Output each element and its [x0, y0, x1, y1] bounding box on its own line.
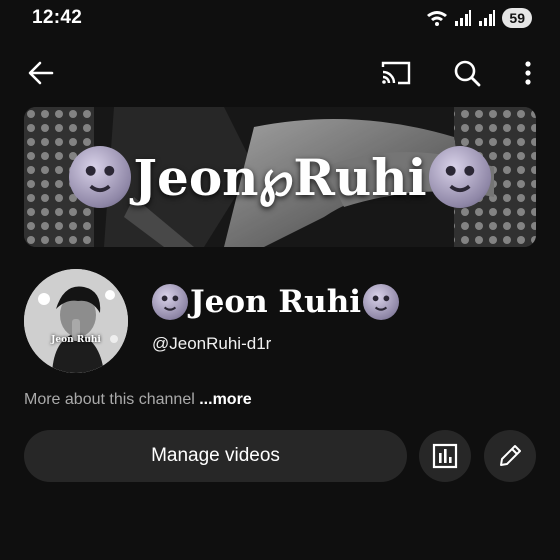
moon-face-icon	[152, 284, 188, 320]
cast-icon	[381, 61, 411, 85]
manage-videos-button[interactable]: Manage videos	[24, 430, 407, 482]
banner-title: Jeon℘Ruhi	[133, 147, 427, 207]
more-options-button[interactable]	[514, 56, 542, 90]
status-icons: 59	[426, 8, 532, 28]
back-button[interactable]	[24, 56, 58, 90]
edit-channel-button[interactable]	[484, 430, 536, 482]
signal-icon	[455, 10, 472, 26]
search-icon	[454, 60, 481, 87]
edit-pencil-icon	[500, 445, 521, 466]
search-button[interactable]	[450, 56, 484, 90]
wifi-icon	[427, 11, 448, 26]
status-bar: 12:42 59	[0, 0, 560, 38]
cast-button[interactable]	[378, 56, 414, 90]
channel-avatar[interactable]: Jeon Ruhi	[24, 269, 128, 373]
avatar-label: Jeon Ruhi	[51, 335, 101, 345]
about-text: More about this channel	[24, 391, 195, 408]
channel-handle: @JeonRuhi-d1r	[152, 334, 272, 353]
more-vert-icon	[525, 61, 531, 85]
back-arrow-icon	[28, 61, 54, 85]
moon-face-icon	[428, 146, 491, 208]
channel-name: Jeon Ruhi	[190, 284, 362, 320]
moon-face-icon	[69, 146, 132, 208]
battery-indicator: 59	[502, 8, 532, 28]
channel-banner: Jeon℘Ruhi	[24, 107, 536, 247]
signal-icon	[479, 10, 496, 26]
more-link[interactable]: ...more	[199, 391, 251, 408]
analytics-button[interactable]	[419, 430, 471, 482]
analytics-icon	[432, 443, 458, 469]
manage-videos-label: Manage videos	[151, 445, 280, 466]
status-time: 12:42	[32, 7, 83, 28]
about-channel-link[interactable]: More about this channel ...more	[24, 391, 252, 409]
app-bar	[0, 50, 560, 94]
banner-title-row: Jeon℘Ruhi	[24, 107, 536, 247]
channel-name-row: Jeon Ruhi	[152, 284, 400, 320]
moon-face-icon	[363, 284, 400, 320]
avatar-image	[24, 269, 128, 373]
